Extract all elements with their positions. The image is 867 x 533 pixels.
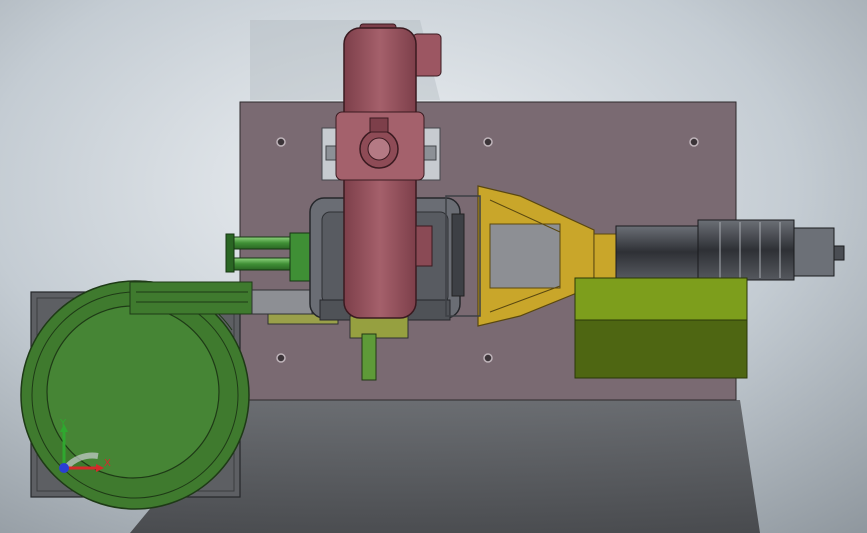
cylinder-lower xyxy=(233,257,291,271)
motor-encoder xyxy=(793,227,835,277)
servo-motor[interactable] xyxy=(615,219,845,281)
lime-block[interactable] xyxy=(574,277,748,379)
gearbox-window xyxy=(489,223,561,289)
x-axis-label: X xyxy=(104,458,111,469)
cylinder-upper xyxy=(233,236,291,250)
feeder-bowl-inner xyxy=(46,305,220,479)
coupling xyxy=(593,233,617,279)
bowl-feeder[interactable] xyxy=(20,280,250,510)
linear-rail xyxy=(251,289,313,315)
cad-viewport[interactable]: Y X xyxy=(0,0,867,533)
press-head-lug xyxy=(412,33,442,77)
assembly-drawing: Y X xyxy=(0,0,867,533)
z-axis-dot xyxy=(59,463,69,473)
ejector-chute xyxy=(361,333,377,381)
y-axis-label: Y xyxy=(59,418,67,429)
lower-bracket xyxy=(349,315,409,339)
